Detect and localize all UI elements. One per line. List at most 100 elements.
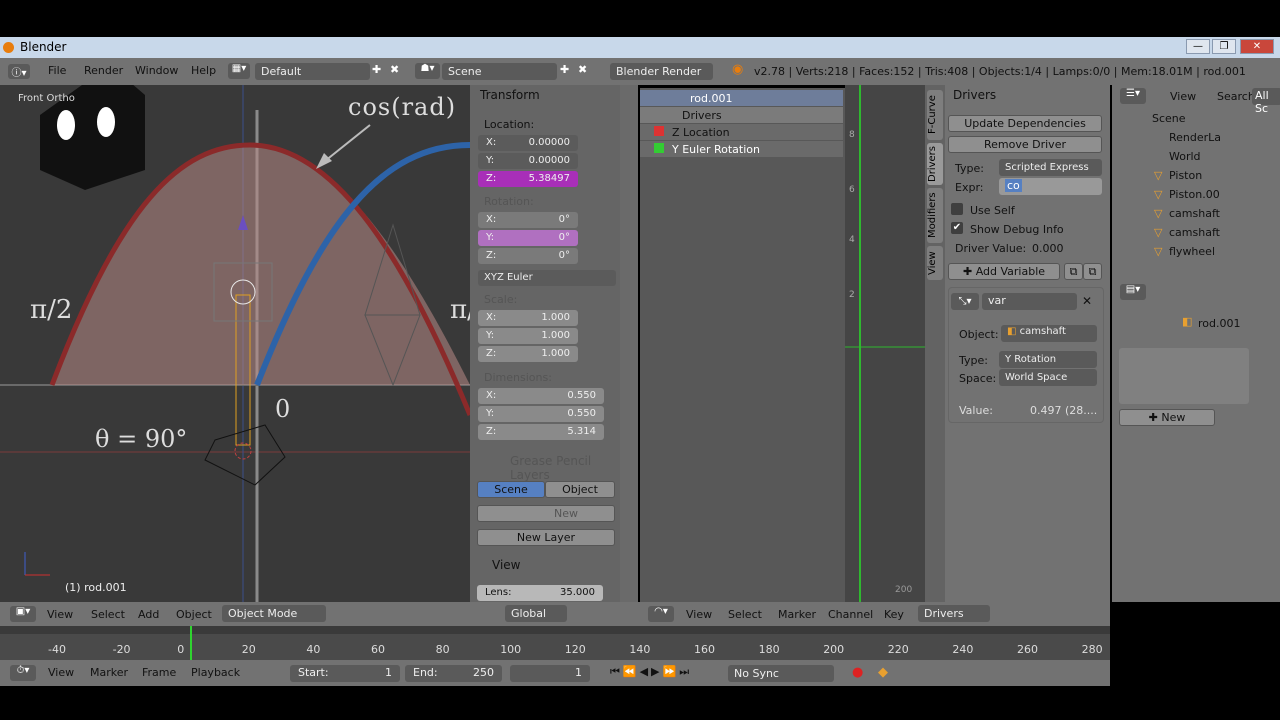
show-debug-checkbox[interactable]: ✔ xyxy=(951,222,963,234)
graph-menu-key[interactable]: Key xyxy=(884,608,904,621)
3d-menu-add[interactable]: Add xyxy=(138,608,159,621)
channel-row-z-location[interactable] xyxy=(640,124,843,140)
variable-type-icon[interactable]: ⤡▾ xyxy=(951,293,979,310)
dimension-x-field[interactable]: X: 0.550 xyxy=(478,388,604,404)
timeline-area[interactable]: -40 -20 0 20 40 60 80 100 120 140 160 180 200 220 240 2… xyxy=(0,626,1110,660)
outliner-menu-view[interactable]: View xyxy=(1170,90,1196,103)
lens-field[interactable]: Lens: 35.000 xyxy=(477,585,603,601)
properties-scrollbar[interactable] xyxy=(620,85,638,602)
channel-drivers-row[interactable] xyxy=(640,107,843,123)
paste-variables-icon[interactable]: ⧉ xyxy=(1083,263,1102,280)
minimize-button[interactable]: — xyxy=(1186,39,1210,54)
update-dependencies-button[interactable]: Update Dependencies xyxy=(948,115,1102,132)
graph-menu-marker[interactable]: Marker xyxy=(778,608,816,621)
outliner-row-camshaft[interactable]: camshaft xyxy=(1169,207,1220,220)
add-screen-icon[interactable]: ✚ xyxy=(372,63,381,76)
properties-new-button[interactable]: ✚ New xyxy=(1119,409,1215,426)
remove-screen-icon[interactable]: ✖ xyxy=(390,63,399,76)
outliner-row-renderlayers[interactable]: RenderLa xyxy=(1169,131,1221,144)
variable-type-dropdown[interactable]: Y Rotation xyxy=(999,351,1097,368)
timeline-menu-marker[interactable]: Marker xyxy=(90,666,128,679)
remove-driver-button[interactable]: Remove Driver xyxy=(948,136,1102,153)
screen-layout-icon[interactable]: ▦▾ xyxy=(228,63,250,79)
grease-object-tab[interactable]: Object xyxy=(545,481,615,498)
object-mode-dropdown[interactable]: Object Mode xyxy=(222,605,326,622)
driver-graph[interactable]: 8 6 4 2 200 xyxy=(845,85,925,602)
outliner-row-flywheel[interactable]: flywheel xyxy=(1169,245,1215,258)
record-icon[interactable]: ● xyxy=(852,665,863,680)
timeline-menu-view[interactable]: View xyxy=(48,666,74,679)
tab-f-curve[interactable]: F-Curve xyxy=(927,90,943,140)
use-self-checkbox[interactable] xyxy=(951,203,963,215)
keyframe-icon[interactable]: ◆ xyxy=(878,665,888,680)
add-scene-icon[interactable]: ✚ xyxy=(560,63,569,76)
drivers-header[interactable]: Drivers xyxy=(953,88,996,102)
scale-y-field[interactable]: Y: 1.000 xyxy=(478,328,578,344)
grease-new-button[interactable]: New xyxy=(477,505,615,522)
graph-mode-dropdown[interactable]: Drivers xyxy=(918,605,990,622)
outliner-row-scene[interactable]: Scene xyxy=(1152,112,1186,125)
end-frame-field[interactable]: End: 250 xyxy=(405,665,502,682)
remove-scene-icon[interactable]: ✖ xyxy=(578,63,587,76)
rotation-mode-dropdown[interactable]: XYZ Euler xyxy=(478,270,616,286)
menu-file[interactable]: File xyxy=(48,64,66,77)
location-x-field[interactable]: X: 0.00000 xyxy=(478,135,578,151)
object-field[interactable]: ◧ camshaft xyxy=(1001,325,1097,342)
outliner-row-camshaft-001[interactable]: camshaft xyxy=(1169,226,1220,239)
editor-type-timeline-icon[interactable]: ⏱▾ xyxy=(10,665,36,681)
add-variable-button[interactable]: ✚ Add Variable xyxy=(948,263,1060,280)
location-y-field[interactable]: Y: 0.00000 xyxy=(478,153,578,169)
outliner-row-world[interactable]: World xyxy=(1169,150,1201,163)
sync-dropdown[interactable]: No Sync xyxy=(728,665,834,682)
screen-layout-dropdown[interactable]: Default xyxy=(255,63,370,80)
driver-type-dropdown[interactable]: Scripted Express xyxy=(999,159,1102,176)
channel-object-row[interactable] xyxy=(640,90,843,106)
copy-variables-icon[interactable]: ⧉ xyxy=(1064,263,1083,280)
rotation-x-field[interactable]: X: 0° xyxy=(478,212,578,228)
scale-z-field[interactable]: Z: 1.000 xyxy=(478,346,578,362)
scene-dropdown[interactable]: Scene xyxy=(442,63,557,80)
start-frame-field[interactable]: Start: 1 xyxy=(290,665,400,682)
space-dropdown[interactable]: World Space xyxy=(999,369,1097,386)
rotation-z-field[interactable]: Z: 0° xyxy=(478,248,578,264)
scene-icon[interactable]: ☗▾ xyxy=(415,63,440,79)
outliner-row-piston[interactable]: Piston xyxy=(1169,169,1202,182)
transform-header[interactable]: Transform xyxy=(480,88,540,102)
grease-pencil-header[interactable]: Grease Pencil Layers xyxy=(510,454,620,482)
graph-menu-select[interactable]: Select xyxy=(728,608,762,621)
playback-controls[interactable]: ⏮⏪◀▶⏩⏭ xyxy=(610,665,720,682)
expr-input[interactable]: co xyxy=(999,178,1102,195)
dimension-z-field[interactable]: Z: 5.314 xyxy=(478,424,604,440)
maximize-button[interactable]: ❐ xyxy=(1212,39,1236,54)
outliner-menu-search[interactable]: Search xyxy=(1217,90,1255,103)
grease-scene-tab[interactable]: Scene xyxy=(477,481,545,498)
menu-window[interactable]: Window xyxy=(135,64,178,77)
rotation-y-field[interactable]: Y: 0° xyxy=(478,230,578,246)
current-frame-field[interactable]: 1 xyxy=(510,665,590,682)
outliner-row-piston-001[interactable]: Piston.00 xyxy=(1169,188,1220,201)
outliner-editor-icon[interactable]: ☰▾ xyxy=(1120,88,1146,104)
location-z-field[interactable]: Z: 5.38497 xyxy=(478,171,578,187)
timeline-menu-frame[interactable]: Frame xyxy=(142,666,176,679)
transform-orientation-dropdown[interactable]: Global xyxy=(505,605,567,622)
menu-render[interactable]: Render xyxy=(84,64,123,77)
view-header[interactable]: View xyxy=(492,558,520,572)
dimension-y-field[interactable]: Y: 0.550 xyxy=(478,406,604,422)
properties-editor-icon[interactable]: ▤▾ xyxy=(1120,284,1146,300)
tab-view[interactable]: View xyxy=(927,246,943,280)
menu-help[interactable]: Help xyxy=(191,64,216,77)
editor-type-graph-icon[interactable]: ◠▾ xyxy=(648,606,674,622)
close-button[interactable]: ✕ xyxy=(1240,39,1274,54)
timeline-menu-playback[interactable]: Playback xyxy=(191,666,240,679)
remove-variable-icon[interactable]: ✕ xyxy=(1082,294,1092,308)
outliner-filter-dropdown[interactable]: All Sc xyxy=(1252,88,1280,115)
current-frame-marker[interactable] xyxy=(190,626,192,660)
tab-modifiers[interactable]: Modifiers xyxy=(927,188,943,243)
graph-menu-channel[interactable]: Channel xyxy=(828,608,873,621)
tab-drivers[interactable]: Drivers xyxy=(927,143,943,185)
3d-viewport[interactable]: Front Ortho cos(rad) π/2 π/2 0 θ = 90° (… xyxy=(0,85,470,602)
editor-type-icon[interactable]: ⓘ▾ xyxy=(8,64,30,79)
graph-menu-view[interactable]: View xyxy=(686,608,712,621)
render-engine-dropdown[interactable]: Blender Render xyxy=(610,63,713,80)
variable-name-input[interactable]: var xyxy=(982,293,1077,310)
